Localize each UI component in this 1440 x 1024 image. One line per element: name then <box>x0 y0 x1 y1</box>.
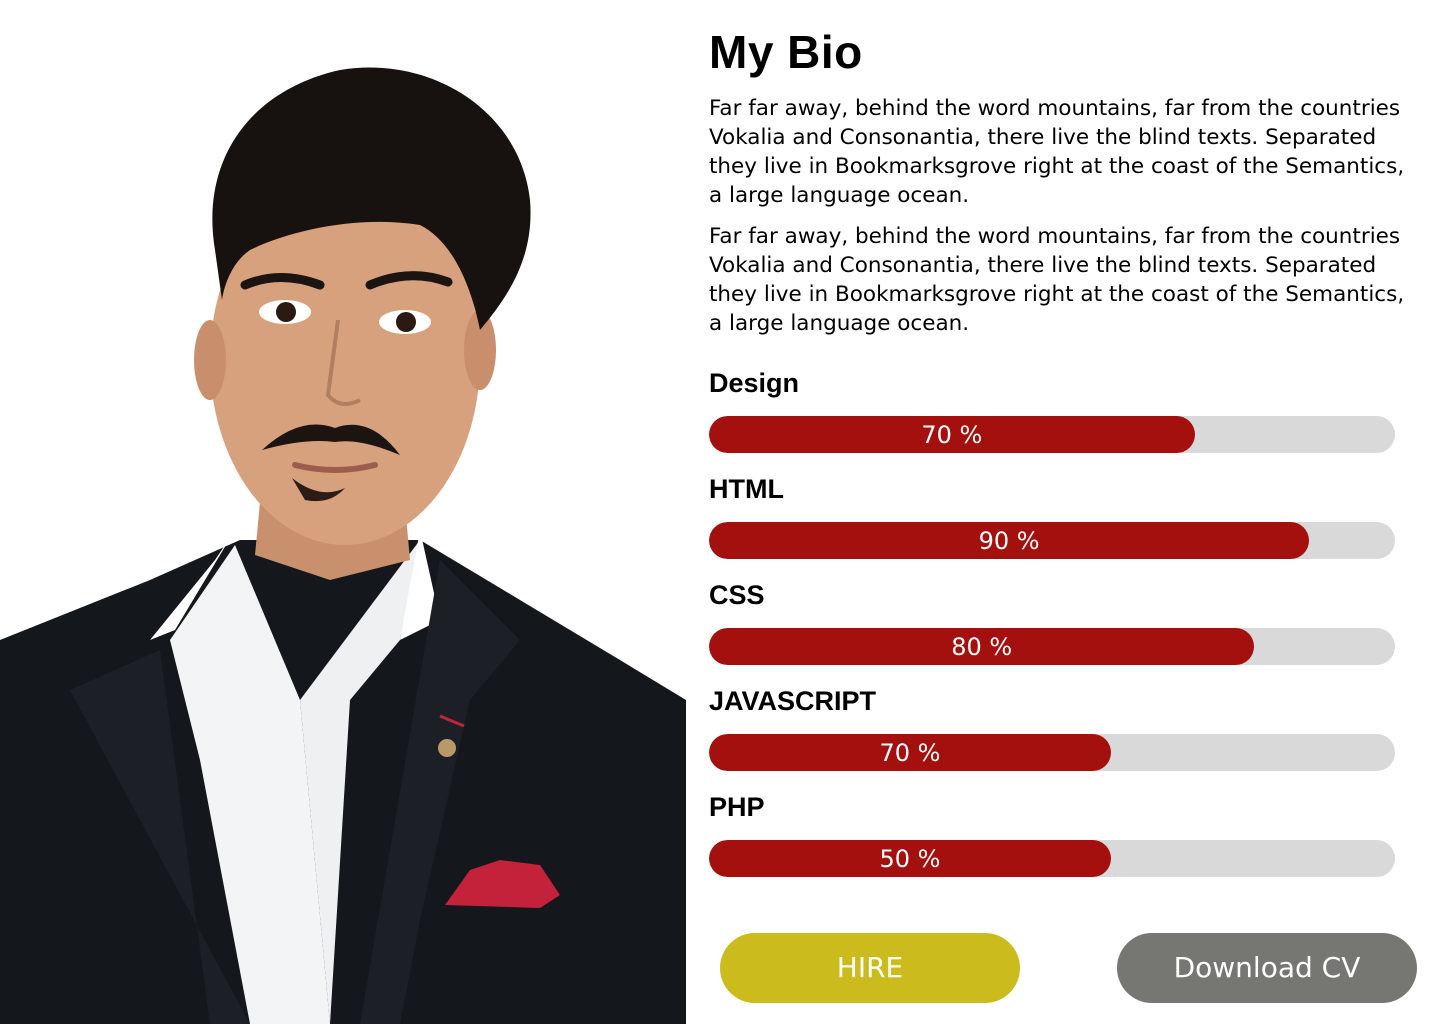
skill-css: CSS 80 % <box>709 580 1399 686</box>
profile-photo <box>0 0 686 1024</box>
skill-progress-fill: 70 % <box>709 416 1195 453</box>
skill-progress-track: 70 % <box>709 734 1395 771</box>
skill-progress-fill: 90 % <box>709 522 1310 559</box>
bio-page: My Bio Far far away, behind the word mou… <box>0 0 1440 1024</box>
skill-progress-track: 50 % <box>709 840 1395 877</box>
bio-paragraph: Far far away, behind the word mountains,… <box>709 224 1405 336</box>
skill-percent-label: 80 % <box>951 633 1013 661</box>
skill-name: CSS <box>709 580 765 610</box>
skill-name: PHP <box>709 792 765 822</box>
skill-javascript: JAVASCRIPT 70 % <box>709 686 1399 792</box>
skill-progress-track: 80 % <box>709 628 1395 665</box>
skill-progress-fill: 70 % <box>709 734 1111 771</box>
skill-design: Design 70 % <box>709 368 1399 474</box>
skill-progress-fill: 80 % <box>709 628 1255 665</box>
skill-progress-track: 70 % <box>709 416 1395 453</box>
hire-button[interactable]: HIRE <box>720 933 1020 1003</box>
skill-percent-label: 90 % <box>978 527 1040 555</box>
skill-name: Design <box>709 368 800 398</box>
skills-list: Design 70 % HTML 90 % CSS 80 % JAVASCRIP… <box>709 368 1399 898</box>
skill-percent-label: 50 % <box>879 845 941 873</box>
skill-progress-fill: 50 % <box>709 840 1111 877</box>
bio-paragraph: Far far away, behind the word mountains,… <box>709 96 1405 208</box>
skill-html: HTML 90 % <box>709 474 1399 580</box>
skill-php: PHP 50 % <box>709 792 1399 898</box>
page-title: My Bio <box>709 26 863 78</box>
skill-percent-label: 70 % <box>879 739 941 767</box>
bio-section: My Bio Far far away, behind the word mou… <box>709 24 1404 898</box>
skill-name: JAVASCRIPT <box>709 686 877 716</box>
portrait-illustration <box>0 67 686 1024</box>
download-cv-button[interactable]: Download CV <box>1117 933 1417 1003</box>
skill-name: HTML <box>709 474 784 504</box>
skill-percent-label: 70 % <box>921 421 983 449</box>
skill-progress-track: 90 % <box>709 522 1395 559</box>
